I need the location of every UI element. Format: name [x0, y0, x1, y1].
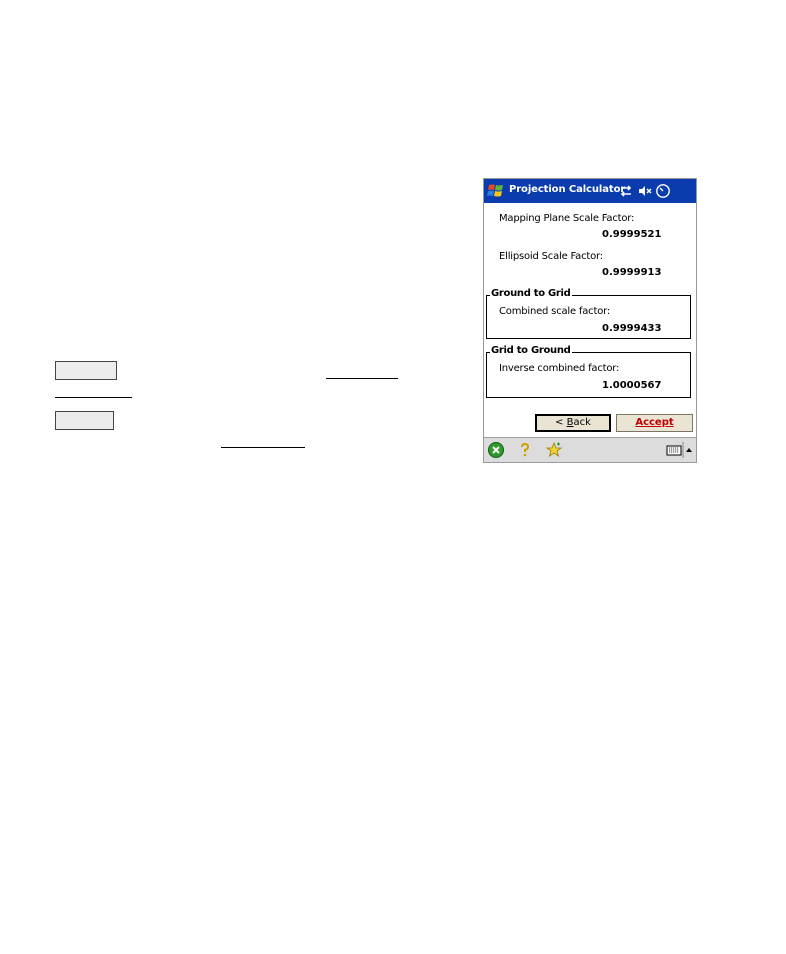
mapping-plane-scale-factor-label: Mapping Plane Scale Factor: — [499, 213, 635, 224]
accept-button[interactable]: Accept — [616, 414, 693, 432]
mapping-plane-scale-factor-value: 0.9999521 — [602, 229, 662, 240]
document-placeholder-box-1 — [55, 361, 117, 380]
back-button-prefix: < — [555, 417, 567, 428]
inverse-combined-factor-label: Inverse combined factor: — [499, 363, 620, 374]
calculator-content: Mapping Plane Scale Factor: 0.9999521 El… — [484, 203, 696, 437]
back-button[interactable]: < Back — [535, 414, 611, 432]
window-title: Projection Calculator — [509, 184, 626, 195]
ground-to-grid-group: Ground to Grid Combined scale factor: 0.… — [486, 288, 691, 339]
speaker-muted-icon[interactable] — [637, 183, 653, 199]
back-button-rest: ack — [573, 417, 591, 428]
combined-scale-factor-label: Combined scale factor: — [499, 306, 611, 317]
ground-to-grid-title: Ground to Grid — [490, 288, 572, 299]
clock-icon[interactable] — [655, 183, 671, 199]
windows-start-icon[interactable] — [486, 181, 506, 201]
close-icon[interactable] — [487, 441, 505, 459]
back-button-hotkey: B — [566, 417, 574, 428]
ellipsoid-scale-factor-label: Ellipsoid Scale Factor: — [499, 251, 603, 262]
grid-to-ground-group: Grid to Ground Inverse combined factor: … — [486, 345, 691, 398]
title-bar: Projection Calculator — [484, 179, 696, 203]
menu-bar — [484, 437, 696, 462]
combined-scale-factor-value: 0.9999433 — [602, 323, 662, 334]
ellipsoid-scale-factor-value: 0.9999913 — [602, 267, 662, 278]
accept-button-label: Accept — [635, 417, 674, 428]
favorites-icon[interactable] — [545, 441, 563, 459]
document-underline-2 — [55, 397, 132, 398]
connectivity-icon[interactable] — [618, 183, 634, 199]
document-underline-3 — [221, 447, 305, 448]
help-icon[interactable] — [516, 441, 534, 459]
grid-to-ground-title: Grid to Ground — [490, 345, 572, 356]
menu-arrow-icon[interactable] — [682, 441, 694, 459]
keyboard-icon[interactable] — [665, 441, 683, 459]
document-placeholder-box-2 — [55, 411, 114, 430]
pda-window: Projection Calculator Mapping Plane Scal… — [483, 178, 697, 463]
document-underline-1 — [326, 378, 398, 379]
inverse-combined-factor-value: 1.0000567 — [602, 380, 662, 391]
